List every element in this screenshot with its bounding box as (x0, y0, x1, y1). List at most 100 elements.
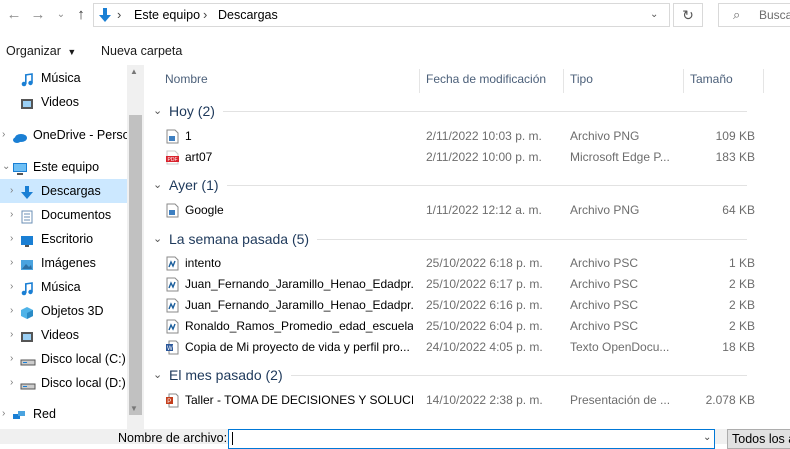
address-bar[interactable]: › Este equipo › Descargas ⌄ (93, 3, 670, 27)
file-type: Presentación de ... (570, 393, 671, 407)
collapse-chevron-icon[interactable]: ⌄ (153, 174, 162, 196)
expand-chevron-icon[interactable]: › (10, 323, 18, 347)
drive-icon (20, 352, 36, 366)
scroll-up-icon[interactable]: ▲ (130, 67, 138, 76)
breadcrumb-descargas[interactable]: Descargas (218, 4, 278, 26)
cloud-icon (12, 128, 28, 143)
expand-chevron-icon[interactable]: › (2, 402, 10, 426)
group-header[interactable]: ⌄ Ayer (1) (147, 174, 747, 196)
file-date: 25/10/2022 6:18 p. m. (426, 256, 543, 270)
organize-button[interactable]: Organizar ▼ (6, 37, 76, 65)
search-input[interactable]: ⌕ Busca (718, 3, 790, 27)
breadcrumb-este-equipo[interactable]: Este equipo (134, 4, 200, 26)
expand-chevron-icon[interactable]: › (2, 123, 10, 147)
nav-item-escritorio[interactable]: › Escritorio (0, 227, 127, 251)
nav-item-videos[interactable]: › Videos (0, 323, 127, 347)
file-row[interactable]: Google 1/11/2022 12:12 a. m. Archivo PNG 64… (147, 200, 790, 221)
file-row[interactable]: 1 2/11/2022 10:03 p. m. Archivo PNG 109 KB (147, 126, 790, 147)
desktop-icon (20, 232, 36, 247)
file-row[interactable]: Juan_Fernando_Jaramillo_Henao_Edadpr... 2… (147, 295, 790, 316)
expand-chevron-icon[interactable]: › (10, 251, 18, 275)
nav-item-descargas[interactable]: › Descargas (0, 179, 127, 203)
nav-item-este-equipo[interactable]: ⌄ Este equipo (0, 155, 127, 179)
nav-item-label: OneDrive - Persor (33, 128, 127, 142)
download-icon (99, 8, 111, 22)
collapse-chevron-icon[interactable]: ⌄ (153, 364, 162, 386)
forward-arrow-icon[interactable]: → (29, 6, 47, 24)
nav-item-label: Imágenes (41, 256, 96, 270)
image-file-icon (166, 129, 179, 144)
expand-chevron-icon[interactable]: › (10, 299, 18, 323)
group-header[interactable]: ⌄ Hoy (2) (147, 100, 747, 122)
file-type: Archivo PSC (570, 277, 639, 291)
nav-item-label: Videos (41, 328, 79, 342)
pdf-file-icon: PDF (166, 150, 179, 165)
file-type-select[interactable]: Todos los a (727, 429, 790, 449)
group-header[interactable]: ⌄ La semana pasada (5) (147, 228, 747, 250)
nav-item-videos[interactable]: Videos (0, 90, 127, 114)
file-type: Texto OpenDocu... (570, 340, 670, 354)
expand-chevron-icon[interactable]: › (10, 203, 18, 227)
nav-item-imágenes[interactable]: › Imágenes (0, 251, 127, 275)
nav-scrollbar-thumb[interactable] (129, 115, 142, 415)
filename-input[interactable]: ⌄ (228, 429, 715, 449)
column-date[interactable]: Fecha de modificación (426, 65, 546, 93)
file-row[interactable]: PDF art07 2/11/2022 10:00 p. m. Microsoft E… (147, 147, 790, 168)
search-placeholder: Busca (759, 8, 790, 22)
file-row[interactable]: Juan_Fernando_Jaramillo_Henao_Edadpr... 2… (147, 274, 790, 295)
nav-item-objetos-3d[interactable]: › Objetos 3D (0, 299, 127, 323)
column-divider[interactable] (419, 69, 420, 93)
svg-text:PDF: PDF (168, 157, 178, 163)
nav-item-red[interactable]: › Red (0, 402, 127, 426)
file-size: 2.078 KB (705, 393, 755, 407)
collapse-chevron-icon[interactable]: ⌄ (153, 100, 162, 122)
collapse-chevron-icon[interactable]: ⌄ (153, 228, 162, 250)
music-icon (20, 280, 36, 296)
refresh-icon: ↻ (682, 7, 694, 23)
expand-chevron-icon[interactable]: › (10, 347, 18, 371)
column-size[interactable]: Tamaño (690, 65, 733, 93)
column-divider[interactable] (563, 69, 564, 93)
network-icon (12, 407, 28, 421)
nav-item-onedrive-persor[interactable]: › OneDrive - Persor (0, 123, 127, 147)
column-divider[interactable] (763, 69, 764, 93)
expand-chevron-icon[interactable]: › (10, 275, 18, 299)
column-type[interactable]: Tipo (570, 65, 593, 93)
file-name: intento (185, 256, 222, 270)
group-header[interactable]: ⌄ El mes pasado (2) (147, 364, 747, 386)
scroll-down-icon[interactable]: ▼ (130, 404, 138, 413)
file-row[interactable]: W Copia de Mi proyecto de vida y perfil p… (147, 337, 790, 358)
address-dropdown-icon[interactable]: ⌄ (650, 4, 658, 26)
column-divider[interactable] (683, 69, 684, 93)
nav-item-documentos[interactable]: › Documentos (0, 203, 127, 227)
new-folder-button[interactable]: Nueva carpeta (101, 37, 182, 65)
nav-item-disco-local-c[interactable]: › Disco local (C:) (0, 347, 127, 371)
nav-item-label: Música (41, 71, 81, 85)
file-date: 2/11/2022 10:03 p. m. (426, 129, 542, 143)
file-size: 18 KB (722, 340, 755, 354)
expand-chevron-icon[interactable]: › (10, 371, 18, 395)
file-type: Archivo PNG (570, 203, 640, 217)
filename-dropdown-icon[interactable]: ⌄ (703, 430, 711, 445)
file-name: Juan_Fernando_Jaramillo_Henao_Edadpr... (185, 277, 413, 291)
nav-item-disco-local-d[interactable]: › Disco local (D:) (0, 371, 127, 395)
recent-dropdown-icon[interactable]: ⌄ (52, 6, 70, 24)
nav-item-label: Descargas (41, 184, 101, 198)
nav-item-música[interactable]: › Música (0, 275, 127, 299)
collapse-chevron-icon[interactable]: ⌄ (2, 155, 10, 179)
nav-item-label: Disco local (D:) (41, 376, 126, 390)
file-row[interactable]: Ronaldo_Ramos_Promedio_edad_escuela 25/10… (147, 316, 790, 337)
file-row[interactable]: P Taller - TOMA DE DECISIONES Y SOLUCIÓ..… (147, 390, 790, 411)
back-arrow-icon[interactable]: ← (5, 6, 23, 24)
column-name[interactable]: Nombre (165, 65, 208, 93)
nav-item-música[interactable]: Música (0, 66, 127, 90)
file-row[interactable]: intento 25/10/2022 6:18 p. m. Archivo PSC 1… (147, 253, 790, 274)
images-icon (20, 256, 36, 270)
up-arrow-icon[interactable]: ↑ (72, 6, 90, 24)
expand-chevron-icon[interactable]: › (10, 227, 18, 251)
refresh-button[interactable]: ↻ (673, 3, 703, 27)
expand-chevron-icon[interactable]: › (10, 179, 18, 203)
search-icon: ⌕ (733, 7, 741, 22)
column-header: Nombre Fecha de modificación Tipo Tamaño (147, 65, 790, 93)
group-divider (227, 185, 747, 186)
